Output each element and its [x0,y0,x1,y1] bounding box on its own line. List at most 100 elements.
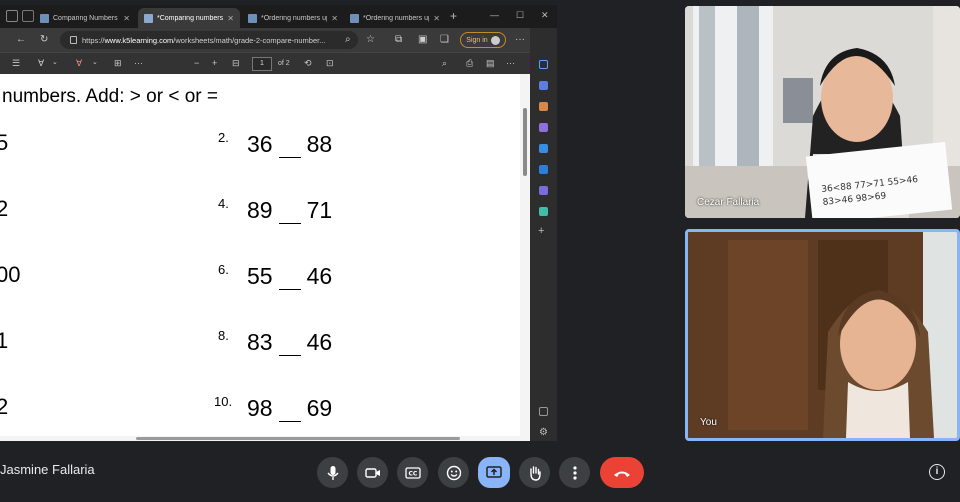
emoji-icon [446,465,461,480]
right-number: 46 [306,329,333,355]
close-icon[interactable]: ✕ [227,14,234,23]
hide-sidebar-icon[interactable] [539,407,548,416]
more-tools-icon[interactable]: ··· [134,58,143,68]
chevron-down-icon[interactable]: ⌄ [52,58,58,68]
raise-hand-icon [529,465,541,481]
settings-gear-icon[interactable]: ⚙ [539,428,548,438]
collections-icon[interactable]: ❏ [440,34,449,45]
tab-4[interactable]: *Ordering numbers up ✕ [344,8,446,28]
cut-off-question: 2 [0,394,9,419]
comparison-question: 55 46 [247,263,332,290]
extensions-icon[interactable]: ⧉ [395,34,402,45]
answer-blank [278,336,301,356]
tab-2[interactable]: *Comparing numbers u ✕ [138,8,240,28]
outlook-icon[interactable] [539,165,548,174]
minimize-icon[interactable]: — [490,10,499,20]
refresh-icon[interactable]: ↻ [40,34,48,45]
close-icon[interactable]: ✕ [123,14,130,23]
present-screen-button[interactable] [478,457,510,488]
participant-name: Cezar Fallaria [697,197,760,208]
briefcase-icon[interactable] [539,102,548,111]
answer-blank [278,270,301,290]
page-number-input[interactable]: 1 [252,57,272,71]
draw-icon[interactable]: ∀ [76,58,82,68]
chevron-down-icon[interactable]: ⌄ [92,58,98,68]
raise-hand-button[interactable] [519,457,550,488]
question-number: 10. [214,394,233,409]
tab-1[interactable]: Comparing Numbers W ✕ [34,8,136,28]
comparison-question: 89 71 [247,197,332,224]
print-icon[interactable]: ⎙ [466,58,473,68]
answer-blank [278,204,301,224]
cut-off-question: 5 [0,130,9,155]
self-video-tile[interactable]: You [685,229,960,441]
drop-icon[interactable] [539,207,548,216]
fit-page-icon[interactable]: ⊟ [232,58,240,68]
self-video [688,232,957,438]
question-number: 2. [218,130,229,145]
url-scheme: https:// [82,35,105,45]
address-bar[interactable]: https://www.k5learning.com/worksheets/ma… [60,31,358,49]
scroll-thumb[interactable] [136,437,460,440]
more-options-button[interactable] [559,457,590,488]
lock-icon [70,36,77,44]
more-icon [572,465,577,480]
text-box-icon[interactable]: ⊞ [114,58,122,68]
captions-button[interactable]: CC [397,457,428,488]
comparison-question: 36 88 [247,131,332,158]
present-icon [486,465,502,478]
copilot-sidebar-icon[interactable] [539,144,548,153]
new-tab-icon[interactable]: + [450,10,457,22]
info-icon[interactable]: i [929,464,945,480]
close-icon[interactable]: ✕ [433,14,440,23]
reactions-button[interactable] [438,457,469,488]
tab-bar: Comparing Numbers W ✕ *Comparing numbers… [0,5,557,28]
url-host: www.k5learning.com [104,35,174,45]
favicon-icon [248,13,257,23]
add-icon[interactable]: + [538,226,547,237]
page-view-icon[interactable]: ⊡ [326,58,334,68]
camera-button[interactable] [357,457,388,488]
sidebar-toggle-icon[interactable]: ☰ [12,58,20,68]
rotate-icon[interactable]: ⟲ [304,58,312,68]
window-menu-icon[interactable] [6,10,18,22]
search-icon[interactable]: ⌕ [442,58,447,68]
right-number: 46 [306,263,333,289]
end-call-button[interactable] [600,457,644,488]
tag-icon[interactable] [539,81,548,90]
highlight-icon[interactable]: ∀ [38,58,44,68]
more-menu-icon[interactable]: ··· [515,34,525,45]
participant-video: 36<88 77>71 55>46 83>46 98>69 [685,6,960,218]
split-screen-icon[interactable]: ▣ [418,34,427,45]
save-icon[interactable]: ▤ [486,58,495,68]
back-icon[interactable]: ← [16,34,26,45]
tab-3[interactable]: *Ordering numbers up ✕ [242,8,344,28]
scroll-thumb[interactable] [523,108,527,176]
vertical-scrollbar[interactable] [520,74,530,436]
question-number: 6. [218,262,229,277]
tab-label: *Ordering numbers up [261,14,328,22]
close-icon[interactable]: ✕ [331,14,338,23]
sign-in-button[interactable]: Sign in [460,32,506,48]
close-window-icon[interactable]: ✕ [541,10,549,21]
designer-icon[interactable] [539,186,548,195]
tab-actions-icon[interactable] [22,10,34,22]
zoom-out-icon[interactable]: − [194,58,199,68]
zoom-in-icon[interactable]: + [212,58,217,68]
worksheet-instruction: numbers. Add: > or < or = [2,86,218,107]
search-icon[interactable] [539,60,548,69]
microphone-button[interactable] [317,457,348,488]
captions-icon: CC [404,466,421,479]
participant-tile[interactable]: 36<88 77>71 55>46 83>46 98>69 Cezar Fall… [685,6,960,218]
horizontal-scrollbar[interactable] [0,436,530,441]
microphone-icon [326,465,339,480]
cut-off-question: 1 [0,328,9,353]
favicon-icon [40,13,49,23]
tab-label: *Ordering numbers up [363,14,430,22]
zoom-icon[interactable]: ⌕ [345,34,351,45]
more-icon[interactable]: ··· [506,58,515,68]
games-icon[interactable] [539,123,548,132]
answer-blank [278,402,301,422]
maximize-icon[interactable]: ☐ [516,10,524,21]
favorite-star-icon[interactable]: ☆ [366,34,375,45]
